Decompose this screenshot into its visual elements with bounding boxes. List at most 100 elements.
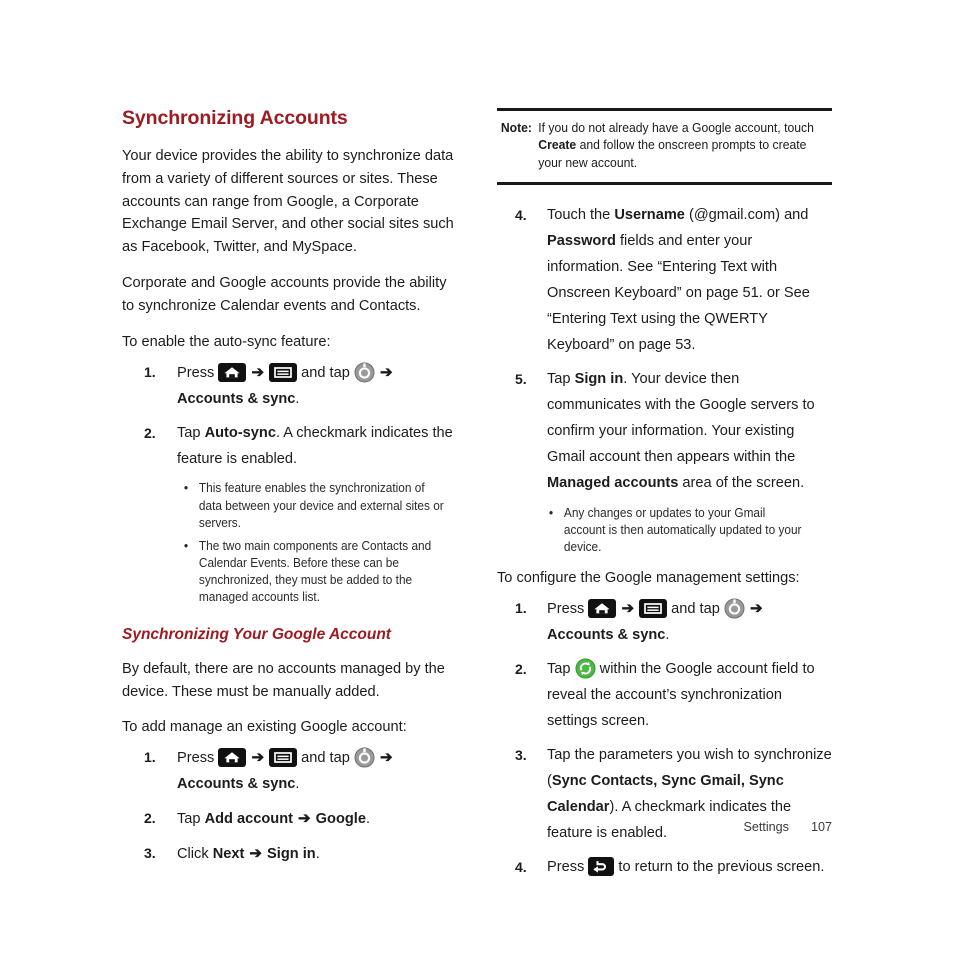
list-item: 4. Press to return to the previous scree…	[497, 855, 832, 881]
step-text-prefix: Click	[177, 846, 213, 863]
document-page: Synchronizing Accounts Your device provi…	[0, 0, 954, 954]
step-number: 1.	[144, 749, 156, 766]
step-text-prefix: Tap	[177, 811, 205, 828]
step-number: 2.	[144, 810, 156, 827]
menu-icon	[269, 748, 298, 768]
back-icon	[588, 856, 615, 876]
step-target-label: Accounts & sync	[177, 390, 296, 407]
arrow-glyph: ➔	[379, 363, 393, 381]
menu-icon	[639, 599, 668, 619]
period: .	[295, 390, 300, 407]
step-target-label: Auto-sync	[204, 424, 276, 441]
step-target-label-2: Sign in	[267, 846, 316, 863]
step-text-1: Touch the	[547, 207, 615, 224]
note-text-before: If you do not already have a Google acco…	[538, 121, 814, 135]
arrow-glyph: ➔	[379, 749, 393, 767]
arrow-glyph: ➔	[298, 810, 311, 828]
step-text-1: Tap	[547, 661, 575, 678]
left-column: Synchronizing Accounts Your device provi…	[122, 107, 462, 876]
step-target-label-2: Google	[315, 811, 366, 828]
step-number: 5.	[515, 370, 527, 387]
sync-icon	[575, 658, 596, 679]
step-text-3: area of the screen.	[678, 474, 805, 491]
field-label-username: Username	[614, 207, 685, 224]
step-target-label: Accounts & sync	[547, 627, 666, 644]
arrow-glyph: ➔	[749, 600, 763, 618]
list-item: 2. Tap within the Google account field t…	[497, 657, 832, 735]
button-label-signin: Sign in	[574, 370, 624, 387]
step-number: 1.	[515, 600, 527, 617]
gear-icon	[724, 598, 745, 619]
note-content: Note: If you do not already have a Google…	[497, 120, 819, 172]
step-number: 1.	[144, 363, 156, 380]
footer-page-number: 107	[810, 820, 832, 834]
intro-paragraph-1: Your device provides the ability to sync…	[122, 148, 454, 255]
footer-section-name: Settings	[743, 820, 789, 834]
step-text-press: Press	[177, 750, 215, 767]
menu-icon	[269, 362, 298, 382]
step-text-and-tap: and tap	[301, 364, 350, 381]
add-account-steps: 1. Press ➔ and tap ➔ Accounts & sync. 2.…	[122, 745, 462, 868]
field-label-password: Password	[547, 233, 616, 250]
list-item: 4. Touch the Username (@gmail.com) and P…	[497, 203, 832, 359]
note-label: Note:	[500, 121, 532, 135]
subheading-google-account: Synchronizing Your Google Account	[122, 626, 391, 644]
signin-steps: 4. Touch the Username (@gmail.com) and P…	[497, 203, 832, 497]
step-text-prefix: Tap	[177, 424, 205, 441]
step-number: 3.	[144, 845, 156, 862]
step-text-2: (@gmail.com) and	[684, 207, 809, 224]
step-text-3: fields and enter your information. See “…	[547, 233, 810, 354]
intro-paragraph-2: Corporate and Google accounts provide th…	[122, 275, 447, 315]
period: .	[665, 627, 670, 644]
list-item: The two main components are Contacts and…	[182, 537, 445, 607]
autosync-bullets: This feature enables the synchronization…	[182, 479, 462, 607]
note-text-after: and follow the onscreen prompts to creat…	[538, 138, 807, 170]
step-text-press: Press	[547, 601, 585, 618]
list-item: 1. Press ➔ and tap ➔ Accounts & sync.	[497, 596, 832, 649]
home-icon	[218, 362, 247, 382]
step-text-and-tap: and tap	[301, 750, 350, 767]
google-account-paragraph: By default, there are no accounts manage…	[122, 661, 445, 700]
step-text-and-tap: and tap	[671, 601, 720, 618]
configure-steps: 1. Press ➔ and tap ➔ Accounts & sync. 2.…	[497, 596, 832, 881]
lead-enable-autosync: To enable the auto-sync feature:	[122, 333, 331, 350]
list-item: 5. Tap Sign in. Your device then communi…	[497, 367, 832, 497]
list-item: 2. Tap Auto-sync. A checkmark indicates …	[122, 421, 462, 473]
page-title: Synchronizing Accounts	[122, 107, 348, 129]
step-number: 4.	[515, 858, 527, 875]
step-number: 4.	[515, 207, 527, 224]
lead-add-google-account: To add manage an existing Google account…	[122, 719, 407, 736]
step-target-label: Accounts & sync	[177, 776, 296, 793]
step-text-1: Tap	[547, 370, 575, 387]
note-box: Note: If you do not already have a Google…	[497, 108, 832, 186]
signin-bullets: Any changes or updates to your Gmail acc…	[547, 504, 822, 556]
page-footer: Settings 107	[743, 820, 832, 834]
gear-icon	[354, 362, 375, 383]
arrow-glyph: ➔	[251, 363, 265, 381]
list-item: 2. Tap Add account ➔ Google.	[122, 806, 462, 833]
autosync-steps: 1. Press ➔ and tap ➔ Accounts & sync. 2.…	[122, 360, 462, 473]
list-item: This feature enables the synchronization…	[182, 479, 445, 531]
period: .	[365, 811, 371, 828]
period: .	[295, 776, 300, 793]
step-number: 3.	[515, 746, 527, 763]
list-item: 3. Click Next ➔ Sign in.	[122, 841, 462, 868]
list-item: 1. Press ➔ and tap ➔ Accounts & sync.	[122, 745, 462, 798]
arrow-glyph: ➔	[251, 749, 265, 767]
step-text-press: Press	[177, 364, 215, 381]
step-text-2: to return to the previous screen.	[614, 858, 825, 875]
home-icon	[218, 748, 247, 768]
home-icon	[588, 599, 617, 619]
step-target-label-1: Add account	[204, 811, 293, 828]
step-text-1: Press	[547, 858, 589, 875]
arrow-glyph: ➔	[621, 600, 635, 618]
right-column: Note: If you do not already have a Google…	[497, 108, 832, 889]
gear-icon	[354, 747, 375, 768]
step-number: 2.	[144, 424, 156, 441]
section-label-managed-accounts: Managed accounts	[547, 474, 679, 491]
note-bold-create: Create	[538, 138, 577, 153]
list-item: Any changes or updates to your Gmail acc…	[547, 504, 806, 556]
step-target-label-1: Next	[212, 846, 245, 863]
list-item: 1. Press ➔ and tap ➔ Accounts & sync.	[122, 360, 462, 413]
period: .	[315, 846, 320, 863]
